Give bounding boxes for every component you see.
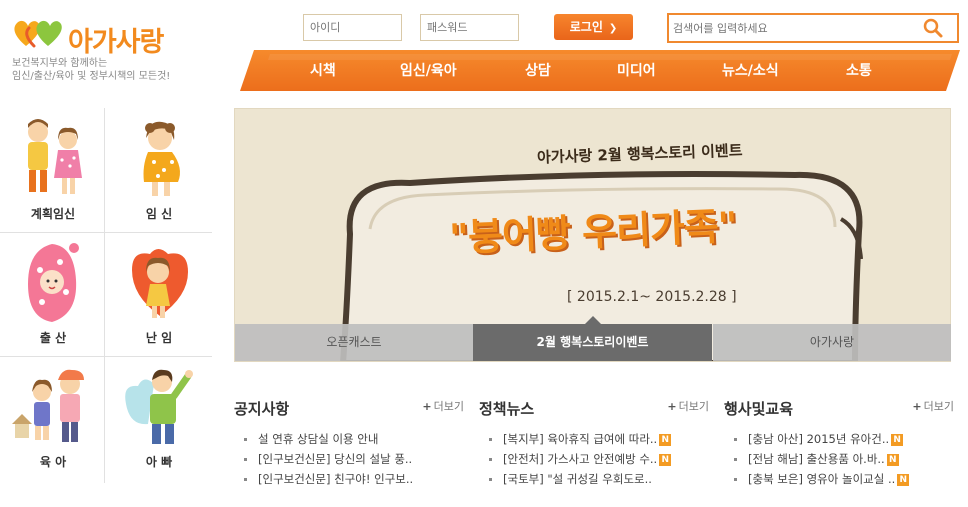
list-item[interactable]: [전남 해남] 출산용품 아.바.. N — [734, 449, 909, 469]
category-label: 출 산 — [39, 331, 67, 345]
more-label: 더보기 — [923, 400, 954, 413]
board-list: [복지부] 육아휴직 급여에 따라.. N [안전처] 가스사고 안전예방 수..… — [489, 429, 672, 489]
board-notice: 공지사항 + 더보기 설 연휴 상담실 이용 안내 [인구보건신문] 당신의 설날… — [234, 396, 464, 496]
search-icon[interactable] — [921, 16, 945, 40]
chevron-right-icon: ❯ — [608, 23, 618, 34]
girl-heart-icon — [132, 249, 188, 318]
main-nav: 시책 임신/육아 상담 미디어 뉴스/소식 소통 — [240, 50, 960, 91]
item-text: [충남 아산] 2015년 유아건.. — [748, 432, 890, 446]
item-text: [안전처] 가스사고 안전예방 수.. — [503, 452, 658, 466]
search-input[interactable] — [673, 18, 913, 38]
newborn-baby-icon — [28, 243, 79, 322]
search-box — [667, 13, 959, 43]
pregnant-woman-icon — [143, 121, 180, 196]
board-title: 행사및교육 — [724, 400, 794, 418]
list-item[interactable]: 설 연휴 상담실 이용 안내 — [244, 429, 413, 449]
item-text: [인구보건신문] 당신의 설날 풍.. — [258, 452, 413, 466]
nav-item-policy[interactable]: 시책 — [310, 60, 336, 80]
user-id-input[interactable] — [303, 14, 402, 41]
page: 아가사랑 보건복지부와 함께하는 임신/출산/육아 및 정부시책의 모든것! 로… — [0, 0, 968, 507]
nav-item-media[interactable]: 미디어 — [617, 60, 656, 80]
couple-icon — [28, 119, 82, 194]
banner-date: [ 2015.2.1~ 2015.2.28 ] — [567, 289, 737, 305]
board-list: [충남 아산] 2015년 유아건.. N [전남 해남] 출산용품 아.바.. N… — [734, 429, 910, 489]
new-badge: N — [891, 433, 904, 446]
board-events-education: 행사및교육 + 더보기 [충남 아산] 2015년 유아건.. N [전남 해남] … — [724, 396, 954, 496]
new-badge: N — [886, 453, 899, 466]
list-item[interactable]: [안전처] 가스사고 안전예방 수.. N — [489, 449, 672, 469]
category-dad[interactable]: 아 빠 — [106, 356, 212, 480]
category-grid: 계획임신 임 신 출 산 난 임 육 아 아 빠 — [0, 108, 212, 483]
new-badge: N — [659, 453, 672, 466]
item-text: [충북 보은] 영유아 놀이교실 .. — [748, 472, 896, 486]
category-label: 아 빠 — [145, 455, 173, 469]
login-button[interactable]: 로그인 ❯ — [554, 14, 633, 40]
list-item[interactable]: [충남 아산] 2015년 유아건.. N — [734, 429, 909, 449]
nav-item-pregnancy-parenting[interactable]: 임신/육아 — [400, 60, 457, 80]
item-text: [전남 해남] 출산용품 아.바.. — [748, 452, 885, 466]
plus-icon: + — [667, 400, 677, 413]
category-infertility[interactable]: 난 임 — [106, 232, 212, 356]
more-label: 더보기 — [678, 400, 709, 413]
more-link[interactable]: + 더보기 — [912, 398, 954, 414]
category-label: 계획임신 — [30, 207, 76, 221]
category-parenting[interactable]: 육 아 — [0, 356, 106, 480]
tab-opencast[interactable]: 오픈캐스트 — [235, 324, 473, 361]
list-item[interactable]: [인구보건신문] 당신의 설날 풍.. — [244, 449, 413, 469]
board-policy-news: 정책뉴스 + 더보기 [복지부] 육아휴직 급여에 따라.. N [안전처] 가스사… — [479, 396, 709, 496]
list-item[interactable]: [충북 보은] 영유아 놀이교실 .. N — [734, 469, 910, 489]
nav-item-news[interactable]: 뉴스/소식 — [722, 60, 779, 80]
category-planned-pregnancy[interactable]: 계획임신 — [0, 108, 106, 232]
password-input[interactable] — [420, 14, 519, 41]
new-badge: N — [897, 473, 910, 486]
item-text: [복지부] 육아휴직 급여에 따라.. — [503, 432, 658, 446]
more-link[interactable]: + 더보기 — [422, 398, 464, 414]
banner-tabs: 오픈캐스트 2월 행복스토리이벤트 아가사랑 — [235, 316, 951, 361]
list-item[interactable]: [국토부] "설 귀성길 우회도로.. — [489, 469, 671, 489]
board-list: 설 연휴 상담실 이용 안내 [인구보건신문] 당신의 설날 풍.. [인구보건… — [244, 429, 413, 489]
nav-item-community[interactable]: 소통 — [846, 60, 872, 80]
category-birth[interactable]: 출 산 — [0, 232, 106, 356]
item-text: 설 연휴 상담실 이용 안내 — [258, 432, 379, 446]
new-badge: N — [659, 433, 672, 446]
more-link[interactable]: + 더보기 — [667, 398, 709, 414]
category-label: 난 임 — [145, 331, 173, 345]
board-title: 정책뉴스 — [479, 400, 535, 418]
login-button-label: 로그인 — [569, 20, 603, 34]
item-text: [인구보건신문] 친구야! 인구보.. — [258, 472, 414, 486]
logo[interactable]: 아가사랑 보건복지부와 함께하는 임신/출산/육아 및 정부시책의 모든것! — [12, 14, 212, 84]
list-item[interactable]: [복지부] 육아휴직 급여에 따라.. N — [489, 429, 672, 449]
board-title: 공지사항 — [234, 400, 290, 418]
children-icon — [12, 369, 84, 442]
list-item[interactable]: [인구보건신문] 친구야! 인구보.. — [244, 469, 413, 489]
logo-tagline-2: 임신/출산/육아 및 정부시책의 모든것! — [12, 71, 171, 82]
category-label: 임 신 — [145, 207, 173, 221]
tab-agasarang[interactable]: 아가사랑 — [713, 324, 951, 361]
item-text: [국토부] "설 귀성길 우회도로.. — [503, 472, 652, 486]
dad-icon — [125, 369, 193, 444]
plus-icon: + — [422, 400, 432, 413]
plus-icon: + — [912, 400, 922, 413]
logo-heart-icon — [14, 20, 62, 48]
nav-item-counsel[interactable]: 상담 — [525, 60, 551, 80]
more-label: 더보기 — [433, 400, 464, 413]
tab-happy-story-event[interactable]: 2월 행복스토리이벤트 — [473, 316, 712, 361]
category-pregnancy[interactable]: 임 신 — [106, 108, 212, 232]
category-label: 육 아 — [39, 455, 67, 469]
